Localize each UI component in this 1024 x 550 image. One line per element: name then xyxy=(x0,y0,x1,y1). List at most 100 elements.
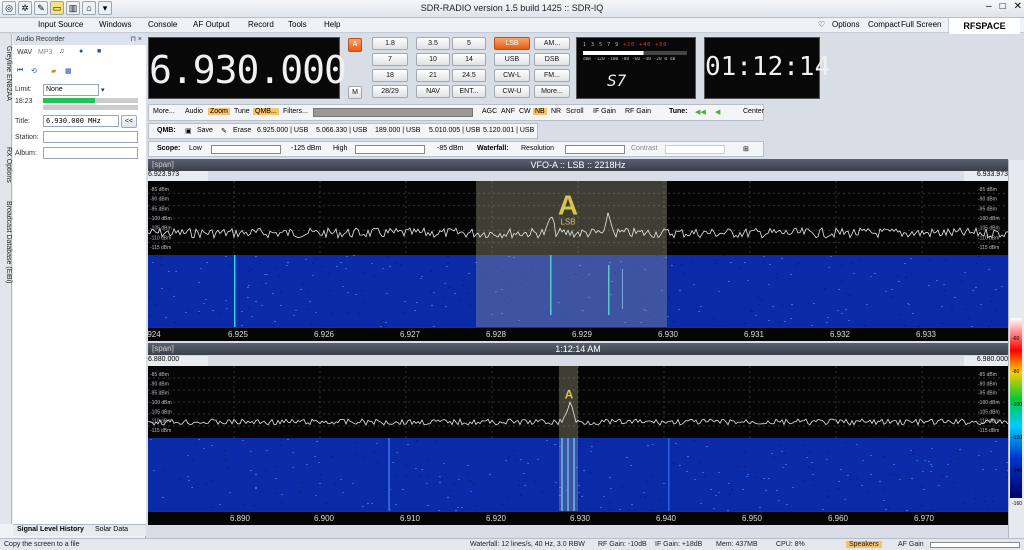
waterfall-2[interactable] xyxy=(148,438,1008,511)
menu-af-output[interactable]: AF Output xyxy=(193,20,229,29)
band-button[interactable]: 1.8 xyxy=(372,37,408,50)
nr-button[interactable]: NR xyxy=(551,108,561,115)
qmb-button[interactable]: QMB... xyxy=(253,108,279,115)
close-icon[interactable]: ✕ xyxy=(1014,1,1022,12)
band-button[interactable]: ENT... xyxy=(452,85,486,98)
format-wav[interactable]: WAV xyxy=(17,49,32,56)
chevron-down-icon[interactable]: ▾ xyxy=(101,86,105,94)
mode-button[interactable]: AM... xyxy=(534,37,570,50)
scroll-button[interactable]: Scroll xyxy=(566,108,584,115)
vfo-m-button[interactable]: M xyxy=(348,86,362,99)
low-select[interactable]: Low xyxy=(189,145,202,152)
band-button[interactable]: 21 xyxy=(416,69,450,82)
menu-compact[interactable]: Compact xyxy=(868,20,900,29)
folder-icon[interactable]: ▰ xyxy=(51,67,56,75)
high-select[interactable]: High xyxy=(333,145,347,152)
grid-icon[interactable]: ▦ xyxy=(65,67,72,75)
band-button[interactable]: 3.5 xyxy=(416,37,450,50)
mode-button[interactable]: DSB xyxy=(534,53,570,66)
waterfall-1[interactable] xyxy=(148,255,1008,327)
app-icon[interactable]: ◎ xyxy=(2,1,16,15)
menu-console[interactable]: Console xyxy=(148,20,177,29)
rf-gain-button[interactable]: RF Gain xyxy=(625,108,651,115)
music-icon[interactable]: ♫ xyxy=(59,48,64,55)
tab-greyline[interactable]: Greyline EN82AA xyxy=(0,38,12,108)
tune-left-fast-icon[interactable]: ◀◀ xyxy=(695,108,706,116)
frequency-display[interactable]: 6.930.000 xyxy=(148,37,347,99)
speakers-button[interactable]: Speakers xyxy=(846,541,882,548)
menu-fullscreen[interactable]: Full Screen xyxy=(901,20,941,29)
collapse-button[interactable]: << xyxy=(121,115,137,128)
band-button[interactable]: 28/29 xyxy=(372,85,408,98)
menu-input-source[interactable]: Input Source xyxy=(38,20,83,29)
heart-icon[interactable]: ♡ xyxy=(818,20,825,29)
menu-tools[interactable]: Tools xyxy=(288,20,307,29)
save-button[interactable]: Save xyxy=(197,127,213,134)
tab-solar-data[interactable]: Solar Data xyxy=(95,526,128,533)
tab-rx-options[interactable]: RX Options xyxy=(0,142,12,188)
band-button[interactable]: 24.5 xyxy=(452,69,486,82)
if-gain-button[interactable]: IF Gain xyxy=(593,108,616,115)
erase-icon[interactable]: ✎ xyxy=(221,127,227,135)
band-button[interactable]: NAV xyxy=(416,85,450,98)
menu-options[interactable]: Options xyxy=(832,20,860,29)
tab-signal-level-history[interactable]: Signal Level History xyxy=(17,526,84,533)
af-gain-slider[interactable] xyxy=(930,542,1020,548)
band-button[interactable]: 10 xyxy=(416,53,450,66)
limit-select[interactable]: None xyxy=(43,84,99,96)
erase-button[interactable]: Erase xyxy=(233,127,251,134)
cw-button[interactable]: CW xyxy=(519,108,531,115)
stop-icon[interactable]: ■ xyxy=(97,48,101,55)
agc-button[interactable]: AGC xyxy=(482,108,497,115)
tune-left-icon[interactable]: ◀ xyxy=(715,108,720,116)
vfo-a-button[interactable]: A xyxy=(348,38,362,52)
mode-button[interactable]: USB xyxy=(494,53,530,66)
mode-button[interactable]: More... xyxy=(534,85,570,98)
band-button[interactable]: 5 xyxy=(452,37,486,50)
tune-button[interactable]: Tune xyxy=(234,108,250,115)
tools-icon[interactable]: ✎ xyxy=(34,1,48,15)
record-icon[interactable]: ▭ xyxy=(50,1,64,15)
mode-button[interactable]: FM... xyxy=(534,69,570,82)
audio-button[interactable]: Audio xyxy=(185,108,203,115)
memory-3[interactable]: 189.000 | USB xyxy=(375,127,420,134)
resolution-slider[interactable] xyxy=(565,145,625,154)
station-field[interactable] xyxy=(43,131,138,143)
tab-broadcast-db[interactable]: Broadcast Database (EiBi) xyxy=(0,192,12,292)
high-slider[interactable] xyxy=(355,145,425,154)
menu-windows[interactable]: Windows xyxy=(99,20,131,29)
record-dot-icon[interactable]: ● xyxy=(79,48,83,55)
band-button[interactable]: 14 xyxy=(452,53,486,66)
prev-icon[interactable]: ⏮ xyxy=(17,67,23,75)
memory-5[interactable]: 5.120.001 | USB xyxy=(483,127,534,134)
filter-slider[interactable] xyxy=(313,108,473,117)
band-button[interactable]: 7 xyxy=(372,53,408,66)
low-slider[interactable] xyxy=(211,145,281,154)
display-options-icon[interactable]: ⊞ xyxy=(743,145,749,153)
save-icon[interactable]: ▣ xyxy=(185,127,192,135)
anf-button[interactable]: ANF xyxy=(501,108,515,115)
more-button[interactable]: More... xyxy=(153,108,175,115)
zoom-button[interactable]: Zoom xyxy=(208,108,230,115)
album-field[interactable] xyxy=(43,147,138,159)
pin-icon[interactable]: ⊓ × xyxy=(131,34,143,45)
home-icon[interactable]: ⌂ xyxy=(82,1,96,15)
contrast-slider[interactable] xyxy=(665,145,725,154)
mode-button[interactable]: CW-U xyxy=(494,85,530,98)
memory-4[interactable]: 5.010.005 | USB xyxy=(429,127,480,134)
layout-icon[interactable]: ▥ xyxy=(66,1,80,15)
menu-record[interactable]: Record xyxy=(248,20,274,29)
mode-button[interactable]: CW-L xyxy=(494,69,530,82)
settings-icon[interactable]: ✲ xyxy=(18,1,32,15)
spectrum-1[interactable]: -85 dBm -85 dBm -90 dBm -90 dBm -95 dBm -95 d… xyxy=(148,181,1008,255)
center-button[interactable]: Center xyxy=(743,108,764,115)
memory-2[interactable]: 5.066.330 | USB xyxy=(316,127,367,134)
format-mp3[interactable]: MP3 xyxy=(38,49,52,56)
nb-button[interactable]: NB xyxy=(533,108,547,115)
minimize-icon[interactable]: – xyxy=(986,1,992,12)
band-button[interactable]: 18 xyxy=(372,69,408,82)
memory-1[interactable]: 6.925.000 | USB xyxy=(257,127,308,134)
maximize-icon[interactable]: □ xyxy=(1000,1,1006,12)
dropdown-icon[interactable]: ▾ xyxy=(98,1,112,15)
title-field[interactable] xyxy=(43,115,119,127)
